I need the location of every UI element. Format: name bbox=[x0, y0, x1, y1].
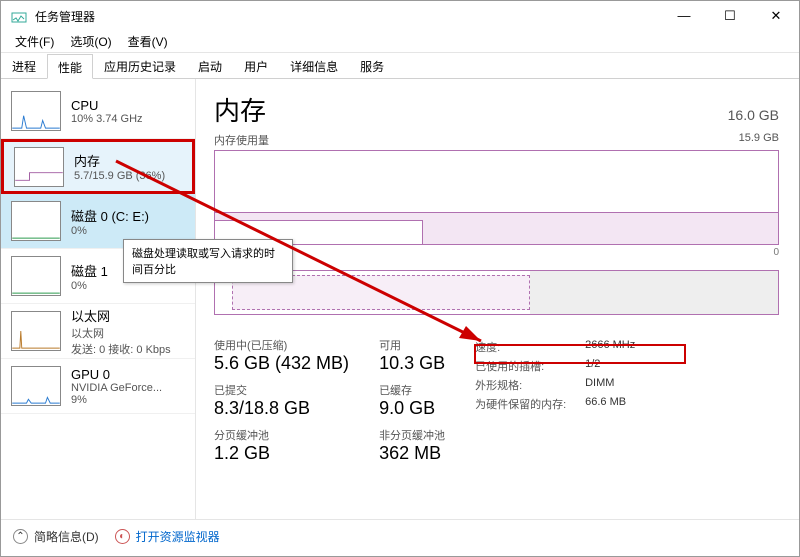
eth-title: 以太网 bbox=[71, 306, 185, 325]
axis-right: 0 bbox=[773, 247, 779, 262]
gpu-title: GPU 0 bbox=[71, 367, 185, 382]
cached-value: 9.0 GB bbox=[379, 398, 445, 419]
memory-sub: 5.7/15.9 GB (36%) bbox=[74, 170, 182, 182]
paged-label: 分页缓冲池 bbox=[214, 427, 349, 443]
brief-info-link[interactable]: ⌃ 简略信息(D) bbox=[13, 528, 99, 545]
brief-info-label: 简略信息(D) bbox=[34, 528, 99, 545]
disk0-sub: 0% bbox=[71, 225, 185, 237]
chevron-up-icon: ⌃ bbox=[13, 529, 28, 544]
cpu-title: CPU bbox=[71, 98, 185, 113]
speed-label: 速度: bbox=[475, 339, 585, 355]
tab-performance[interactable]: 性能 bbox=[47, 54, 93, 79]
commit-label: 已提交 bbox=[214, 382, 349, 398]
sidebar-item-ethernet[interactable]: 以太网以太网发送: 0 接收: 0 Kbps bbox=[1, 304, 195, 359]
minimize-button[interactable]: — bbox=[661, 1, 707, 31]
open-resmon-link[interactable]: ◐ 打开资源监视器 bbox=[115, 528, 220, 545]
reserved-label: 为硬件保留的内存: bbox=[475, 396, 585, 412]
used-value: 5.6 GB (432 MB) bbox=[214, 353, 349, 374]
speed-value: 2666 MHz bbox=[585, 339, 635, 355]
menu-view[interactable]: 查看(V) bbox=[120, 31, 176, 52]
disk0-title: 磁盘 0 (C: E:) bbox=[71, 206, 185, 225]
nonpaged-label: 非分页缓冲池 bbox=[379, 427, 445, 443]
close-button[interactable]: ✕ bbox=[753, 1, 799, 31]
page-heading: 内存 bbox=[214, 91, 266, 128]
eth-sub: 以太网 bbox=[71, 325, 185, 341]
tab-users[interactable]: 用户 bbox=[233, 53, 279, 78]
resmon-icon: ◐ bbox=[115, 529, 130, 544]
gpu-sub: NVIDIA GeForce... bbox=[71, 382, 185, 394]
cached-label: 已缓存 bbox=[379, 382, 445, 398]
form-value: DIMM bbox=[585, 377, 614, 393]
disk1-thumb-icon bbox=[11, 256, 61, 296]
memory-usage-chart[interactable] bbox=[214, 150, 779, 245]
reserved-value: 66.6 MB bbox=[585, 396, 626, 412]
tab-app-history[interactable]: 应用历史记录 bbox=[93, 53, 187, 78]
menu-bar: 文件(F) 选项(O) 查看(V) bbox=[1, 31, 799, 53]
tab-bar: 进程 性能 应用历史记录 启动 用户 详细信息 服务 bbox=[1, 53, 799, 79]
usage-label: 内存使用量 bbox=[214, 132, 269, 148]
menu-options[interactable]: 选项(O) bbox=[62, 31, 119, 52]
menu-file[interactable]: 文件(F) bbox=[7, 31, 62, 52]
gpu-sub2: 9% bbox=[71, 394, 185, 406]
maximize-button[interactable]: ☐ bbox=[707, 1, 753, 31]
used-label: 使用中(已压缩) bbox=[214, 337, 349, 353]
tab-services[interactable]: 服务 bbox=[349, 53, 395, 78]
app-icon bbox=[11, 8, 27, 24]
form-label: 外形规格: bbox=[475, 377, 585, 393]
paged-value: 1.2 GB bbox=[214, 443, 349, 464]
memory-composition-chart[interactable] bbox=[214, 270, 779, 315]
slots-label: 已使用的插槽: bbox=[475, 358, 585, 374]
main-panel: 内存 16.0 GB 内存使用量 15.9 GB 60 秒 0 使用 bbox=[196, 79, 799, 519]
disk0-thumb-icon bbox=[11, 201, 61, 241]
gpu-thumb-icon bbox=[11, 366, 61, 406]
eth-thumb-icon bbox=[11, 311, 61, 351]
sidebar-item-cpu[interactable]: CPU10% 3.74 GHz bbox=[1, 84, 195, 139]
eth-sub2: 发送: 0 接收: 0 Kbps bbox=[71, 341, 185, 357]
cpu-thumb-icon bbox=[11, 91, 61, 131]
sidebar-item-memory[interactable]: 内存5.7/15.9 GB (36%) bbox=[1, 139, 195, 194]
cpu-sub: 10% 3.74 GHz bbox=[71, 113, 185, 125]
memory-title: 内存 bbox=[74, 151, 182, 170]
status-bar: ⌃ 简略信息(D) ◐ 打开资源监视器 bbox=[1, 519, 799, 553]
avail-label: 可用 bbox=[379, 337, 445, 353]
tab-startup[interactable]: 启动 bbox=[187, 53, 233, 78]
commit-value: 8.3/18.8 GB bbox=[214, 398, 349, 419]
sidebar: CPU10% 3.74 GHz 内存5.7/15.9 GB (36%) 磁盘 0… bbox=[1, 79, 196, 519]
sidebar-item-gpu0[interactable]: GPU 0NVIDIA GeForce...9% bbox=[1, 359, 195, 414]
memory-total: 16.0 GB bbox=[728, 107, 779, 123]
tab-details[interactable]: 详细信息 bbox=[279, 53, 349, 78]
nonpaged-value: 362 MB bbox=[379, 443, 445, 464]
resmon-label: 打开资源监视器 bbox=[136, 528, 220, 545]
memory-thumb-icon bbox=[14, 147, 64, 187]
usage-max: 15.9 GB bbox=[739, 132, 779, 148]
tooltip: 磁盘处理读取或写入请求的时间百分比 bbox=[123, 239, 293, 283]
avail-value: 10.3 GB bbox=[379, 353, 445, 374]
slots-value: 1/2 bbox=[585, 358, 600, 374]
tab-processes[interactable]: 进程 bbox=[1, 53, 47, 78]
window-title: 任务管理器 bbox=[35, 8, 661, 25]
